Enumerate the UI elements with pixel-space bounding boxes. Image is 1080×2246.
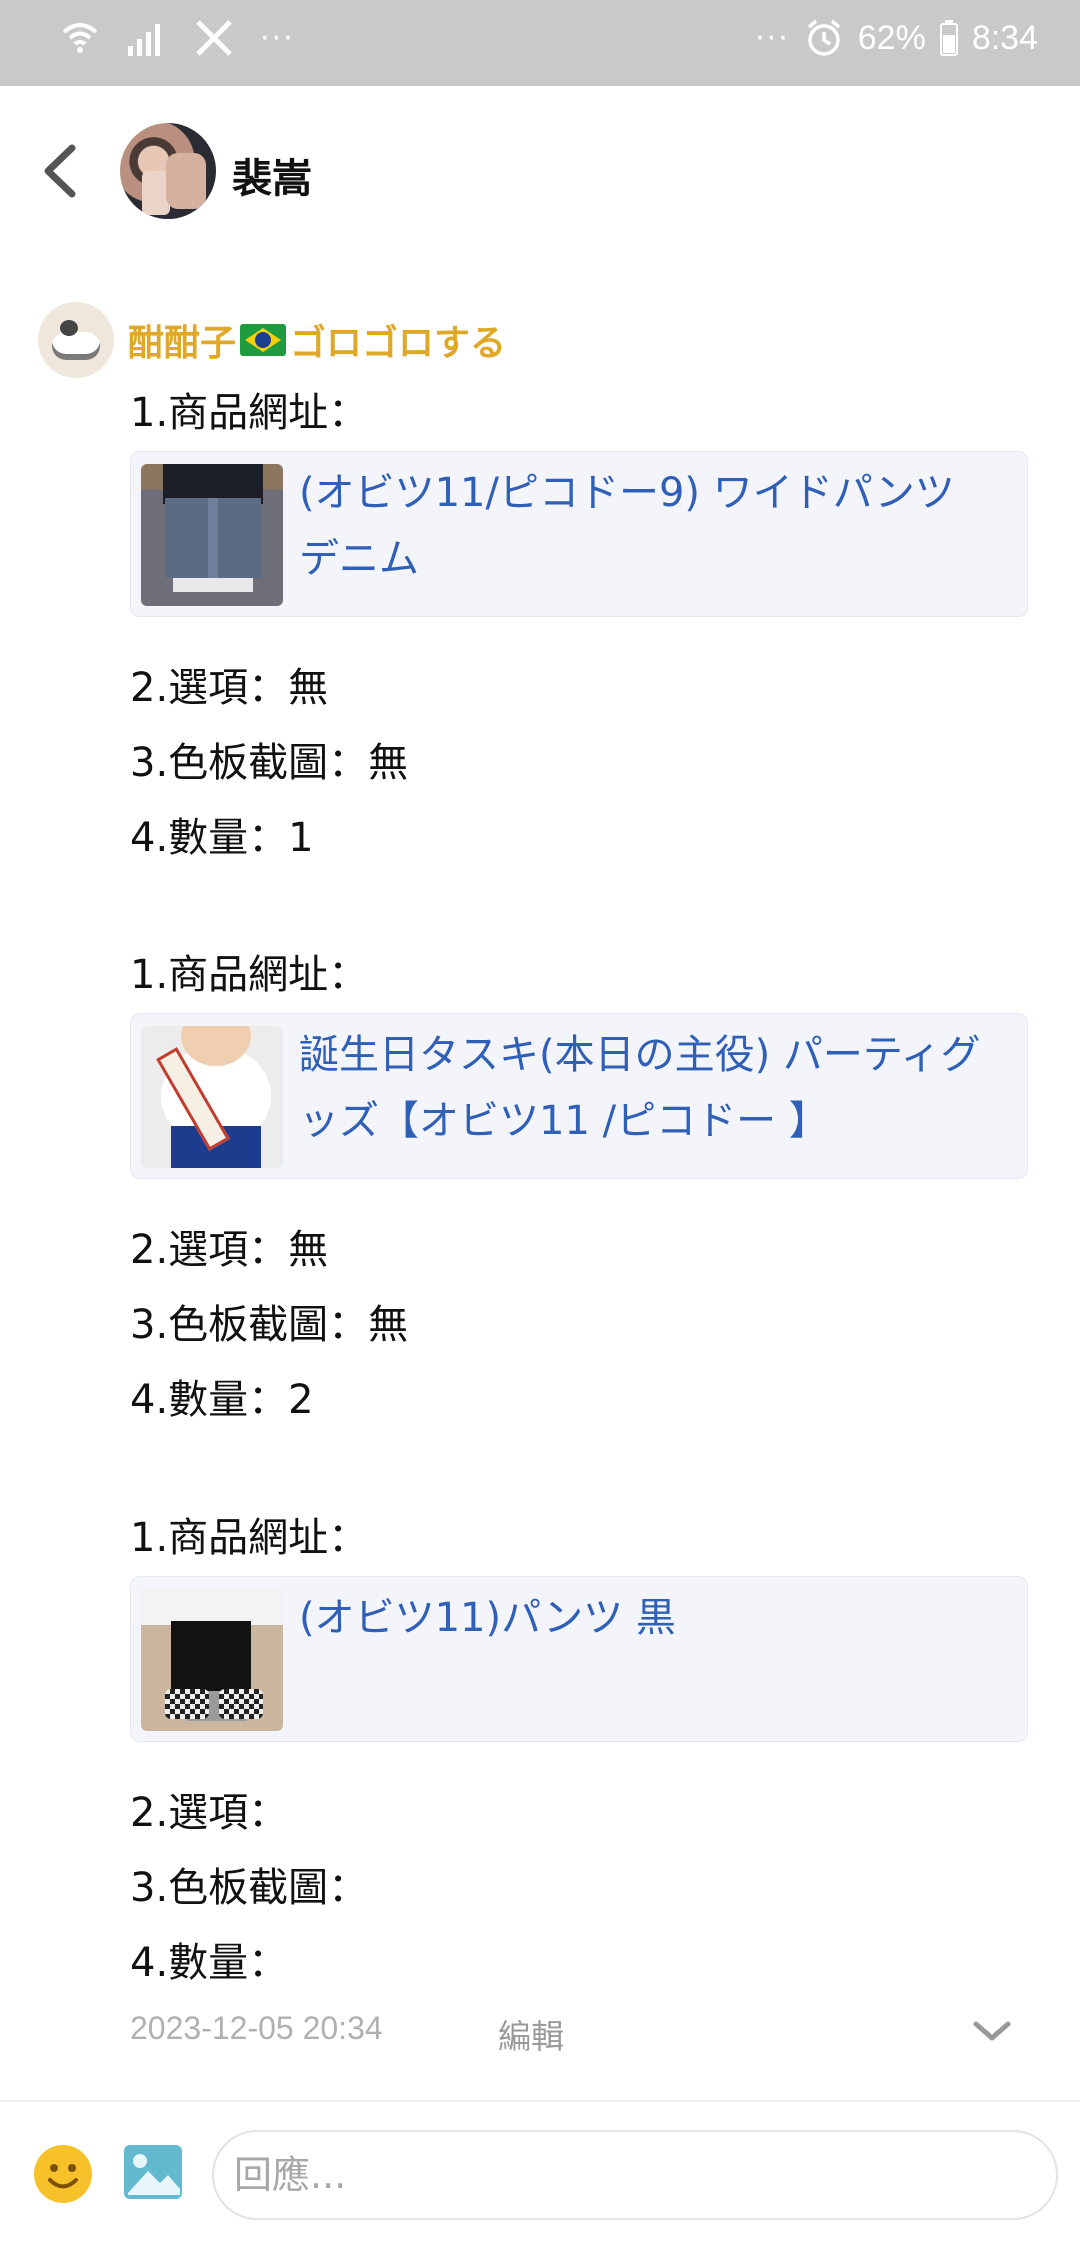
message-meta: 2023-12-05 20:34 編輯 (130, 2010, 1030, 2060)
item-1-color-shot: 3.色板截圖：無 (130, 740, 409, 786)
link-title-2[interactable]: 誕生日タスキ(本日の主役) パーティグッズ【オビツ11 /ピコドー 】 (299, 1022, 999, 1154)
sash-graphic (156, 1047, 230, 1151)
chat-header: 裴嵩 (0, 86, 1080, 256)
status-bar-left: ··· (60, 18, 295, 58)
item-2-option: 2.選項：無 (130, 1227, 329, 1273)
author-avatar[interactable] (38, 302, 114, 378)
author-name-part1: 酣酣子 (128, 323, 237, 364)
link-title-1[interactable]: (オビツ11/ピコドー9) ワイドパンツ デニム (299, 460, 999, 592)
author-name[interactable]: 酣酣子 ゴロゴロする (128, 314, 506, 366)
status-bar: ··· ··· 62% 8:34 (0, 0, 1080, 86)
link-preview-card-2[interactable]: 誕生日タスキ(本日の主役) パーティグッズ【オビツ11 /ピコドー 】 (130, 1013, 1028, 1179)
item-1-option: 2.選項：無 (130, 665, 329, 711)
product-thumbnail-1 (141, 464, 283, 606)
link-preview-card-1[interactable]: (オビツ11/ピコドー9) ワイドパンツ デニム (130, 451, 1028, 617)
item-3-quantity: 4.數量： (130, 1940, 289, 1986)
divider (0, 2100, 1080, 2102)
clock: 8:34 (971, 18, 1038, 57)
item-2-url-label: 1.商品網址： (130, 952, 369, 998)
page-title: 裴嵩 (232, 157, 312, 201)
item-3-url-label: 1.商品網址： (130, 1515, 369, 1561)
item-2-color-shot: 3.色板截圖：無 (130, 1302, 409, 1348)
product-thumbnail-2 (141, 1026, 283, 1168)
image-icon[interactable] (122, 2143, 184, 2201)
x-logo-icon (196, 20, 232, 56)
reply-input[interactable] (212, 2130, 1058, 2220)
battery-icon (939, 20, 958, 56)
link-preview-card-3[interactable]: (オビツ11)パンツ 黒 (130, 1576, 1028, 1742)
status-bar-right: ··· 62% 8:34 (755, 18, 1038, 58)
brazil-flag-icon (240, 324, 287, 356)
item-2-quantity: 4.數量：2 (130, 1377, 314, 1423)
edit-button[interactable]: 編輯 (498, 2010, 564, 2058)
back-arrow-icon[interactable] (30, 136, 90, 206)
product-thumbnail-3 (141, 1589, 283, 1731)
signal-icon (128, 24, 160, 56)
timestamp: 2023-12-05 20:34 (130, 2010, 383, 2046)
header-avatar[interactable] (120, 123, 216, 219)
shoe-graphic-left (165, 1689, 209, 1719)
item-1-url-label: 1.商品網址： (130, 390, 369, 436)
status-left-dots: ··· (260, 20, 295, 56)
status-right-dots: ··· (755, 20, 790, 56)
chevron-down-icon[interactable] (970, 2010, 1014, 2054)
author-name-part2: ゴロゴロする (290, 323, 507, 364)
item-1-quantity: 4.數量：1 (130, 815, 314, 861)
wifi-icon (62, 23, 98, 53)
item-3-color-shot: 3.色板截圖： (130, 1865, 369, 1911)
battery-percent: 62% (857, 18, 926, 57)
emoji-icon[interactable] (32, 2143, 94, 2205)
shoe-graphic-right (219, 1689, 263, 1719)
item-3-option: 2.選項： (130, 1790, 289, 1836)
link-title-3[interactable]: (オビツ11)パンツ 黒 (299, 1585, 999, 1651)
alarm-icon (807, 19, 840, 56)
